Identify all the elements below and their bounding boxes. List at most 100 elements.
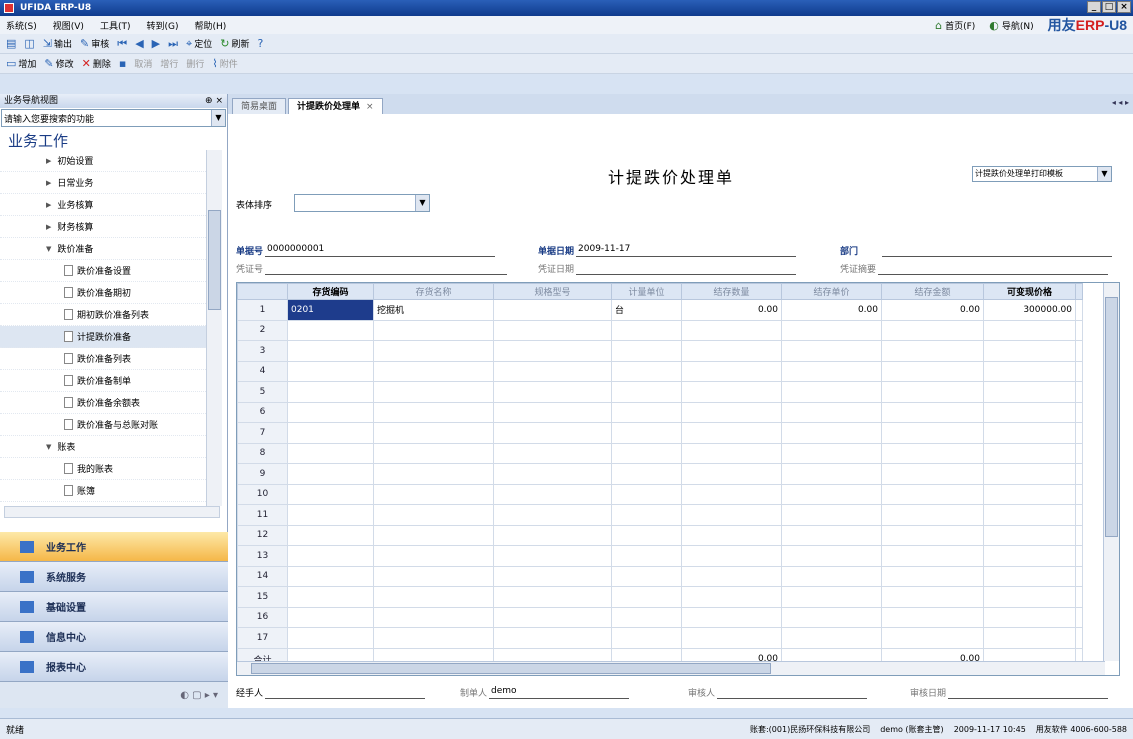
refresh-button[interactable]: ↻ 刷新 xyxy=(220,37,249,50)
table-cell[interactable] xyxy=(881,360,984,382)
close-icon[interactable]: × xyxy=(366,102,374,112)
table-row[interactable]: 13 xyxy=(237,545,1083,567)
table-cell[interactable] xyxy=(881,504,984,526)
table-cell[interactable] xyxy=(781,401,882,423)
table-row[interactable]: 11 xyxy=(237,504,1083,526)
table-cell[interactable] xyxy=(287,340,374,362)
module-switcher-footer[interactable]: ◐ ▢ ▸ ▾ xyxy=(0,682,228,708)
table-cell[interactable] xyxy=(493,340,612,362)
table-cell[interactable] xyxy=(781,627,882,649)
table-cell[interactable] xyxy=(287,483,374,505)
maximize-button[interactable]: □ xyxy=(1102,1,1116,13)
table-cell[interactable] xyxy=(373,524,494,546)
last-record-button[interactable]: ⏭ xyxy=(168,37,178,51)
add-row-button[interactable]: 增行 xyxy=(160,57,178,70)
column-header[interactable]: 可变现价格 xyxy=(983,283,1076,300)
table-cell[interactable] xyxy=(781,504,882,526)
table-cell[interactable] xyxy=(983,360,1076,382)
table-cell[interactable] xyxy=(373,483,494,505)
table-cell[interactable] xyxy=(611,319,682,341)
table-cell[interactable] xyxy=(781,360,882,382)
table-cell[interactable]: 台 xyxy=(611,299,682,321)
table-cell[interactable] xyxy=(881,524,984,546)
nav-tree-vscrollbar[interactable] xyxy=(206,150,222,506)
chevron-down-icon[interactable]: ▼ xyxy=(1097,167,1111,181)
table-cell[interactable] xyxy=(493,524,612,546)
table-cell[interactable] xyxy=(611,565,682,587)
table-cell[interactable] xyxy=(681,606,782,628)
navigation-link[interactable]: ◐ 导航(N) xyxy=(989,19,1033,32)
add-button[interactable]: ▭ 增加 xyxy=(6,57,36,70)
nav-tree-item[interactable]: ▶ 日常业务 xyxy=(0,172,206,194)
print-button[interactable]: ▤ xyxy=(6,37,16,50)
nav-tree-item[interactable]: ▶ 财务核算 xyxy=(0,216,206,238)
table-cell[interactable] xyxy=(881,463,984,485)
table-cell[interactable] xyxy=(881,401,984,423)
nav-tree-item[interactable]: 跌价准备期初 xyxy=(0,282,206,304)
table-cell[interactable] xyxy=(287,606,374,628)
table-cell[interactable] xyxy=(983,545,1076,567)
prev-record-button[interactable]: ◀ xyxy=(135,37,143,50)
table-cell[interactable] xyxy=(881,381,984,403)
table-cell[interactable]: 0201 xyxy=(287,299,374,321)
table-cell[interactable] xyxy=(287,401,374,423)
nav-tree-item[interactable]: 计提跌价准备 xyxy=(0,326,206,348)
table-cell[interactable] xyxy=(681,340,782,362)
table-cell[interactable] xyxy=(881,545,984,567)
function-search-input[interactable]: 请输入您要搜索的功能 ▼ xyxy=(1,109,226,127)
table-cell[interactable] xyxy=(681,545,782,567)
table-cell[interactable] xyxy=(983,422,1076,444)
department-value[interactable] xyxy=(882,244,1113,257)
scroll-thumb[interactable] xyxy=(208,210,221,310)
table-cell[interactable] xyxy=(493,504,612,526)
nav-tree-item[interactable]: ▶ 业务核算 xyxy=(0,194,206,216)
table-cell[interactable] xyxy=(373,422,494,444)
table-row[interactable]: 15 xyxy=(237,586,1083,608)
table-cell[interactable] xyxy=(881,319,984,341)
column-header[interactable]: 存货编码 xyxy=(287,283,374,300)
table-cell[interactable] xyxy=(493,463,612,485)
table-row[interactable]: 8 xyxy=(237,442,1083,464)
table-cell[interactable] xyxy=(881,483,984,505)
table-cell[interactable] xyxy=(287,319,374,341)
table-cell[interactable] xyxy=(611,340,682,362)
nav-tree-item[interactable]: 跌价准备列表 xyxy=(0,348,206,370)
table-cell[interactable] xyxy=(611,606,682,628)
tab-provision-document[interactable]: 计提跌价处理单 × xyxy=(288,98,383,114)
locate-button[interactable]: ⌖ 定位 xyxy=(186,37,212,51)
table-cell[interactable] xyxy=(781,565,882,587)
table-cell[interactable] xyxy=(373,442,494,464)
table-cell[interactable] xyxy=(611,483,682,505)
table-row[interactable]: 17 xyxy=(237,627,1083,649)
table-cell[interactable] xyxy=(493,586,612,608)
table-cell[interactable]: 300000.00 xyxy=(983,299,1076,321)
table-row[interactable]: 1 0201 挖掘机台 0.00 0.00 0.00 300000.00 xyxy=(237,299,1083,321)
table-cell[interactable] xyxy=(493,401,612,423)
scroll-thumb[interactable] xyxy=(1105,297,1118,537)
table-cell[interactable] xyxy=(493,565,612,587)
nav-tree-item[interactable]: 我的账表 xyxy=(0,458,206,480)
table-cell[interactable] xyxy=(781,442,882,464)
first-record-button[interactable]: ⏮ xyxy=(117,37,127,51)
table-cell[interactable] xyxy=(373,586,494,608)
table-cell[interactable] xyxy=(287,545,374,567)
table-cell[interactable] xyxy=(611,422,682,444)
table-cell[interactable] xyxy=(287,524,374,546)
table-cell[interactable] xyxy=(611,463,682,485)
table-cell[interactable] xyxy=(983,340,1076,362)
table-cell[interactable] xyxy=(781,340,882,362)
help-button[interactable]: ? xyxy=(257,37,263,50)
home-link[interactable]: ⌂ 首页(F) xyxy=(935,19,975,32)
module-basic-settings[interactable]: 基础设置 xyxy=(0,592,228,622)
table-cell[interactable] xyxy=(681,483,782,505)
nav-tree-item[interactable]: ▼ 跌价准备 xyxy=(0,238,206,260)
nav-tree-item[interactable]: ▶ 初始设置 xyxy=(0,150,206,172)
table-cell[interactable] xyxy=(983,463,1076,485)
menu-system[interactable]: 系统(S) xyxy=(6,19,37,32)
tab-simple-desktop[interactable]: 简易桌面 xyxy=(232,98,287,114)
table-row[interactable]: 4 xyxy=(237,360,1083,382)
grid-vscrollbar[interactable] xyxy=(1103,283,1119,661)
table-row[interactable]: 10 xyxy=(237,483,1083,505)
nav-tree-item[interactable]: 跌价准备余额表 xyxy=(0,392,206,414)
table-cell[interactable] xyxy=(493,627,612,649)
